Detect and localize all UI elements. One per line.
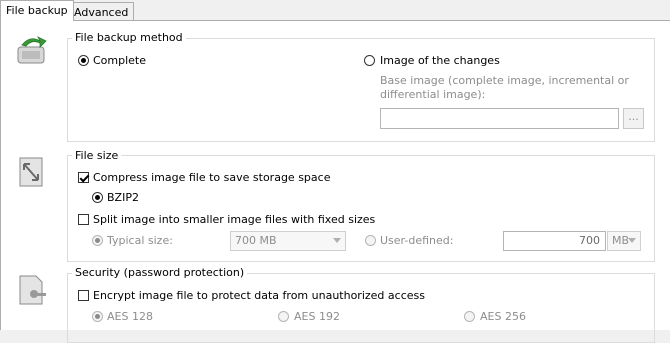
base-image-label: Base image (complete image, incremental …	[380, 74, 629, 87]
tab-advanced[interactable]: Advanced	[68, 2, 135, 21]
tab-advanced-label: Advanced	[74, 6, 129, 19]
complete-label: Complete	[93, 54, 147, 67]
chevron-down-icon	[333, 238, 341, 243]
aes128-radio[interactable]	[92, 311, 103, 322]
typical-size-value: 700 MB	[235, 234, 277, 247]
browse-label: ...	[628, 110, 639, 123]
typical-size-radio[interactable]	[92, 235, 103, 246]
backup-method-title: File backup method	[72, 31, 186, 44]
backup-method-icon	[17, 36, 47, 64]
bzip2-radio[interactable]	[92, 192, 103, 203]
file-size-title: File size	[72, 149, 122, 162]
tab-file-backup[interactable]: File backup	[0, 0, 74, 21]
compress-label: Compress image file to save storage spac…	[93, 171, 331, 184]
aes256-radio[interactable]	[464, 311, 475, 322]
encrypt-label: Encrypt image file to protect data from …	[93, 289, 425, 302]
unit-value: MB	[612, 234, 630, 247]
base-image-label-2: differential image):	[380, 88, 486, 101]
typical-size-select[interactable]: 700 MB	[230, 231, 346, 251]
aes192-radio[interactable]	[278, 311, 289, 322]
split-checkbox[interactable]	[78, 214, 89, 225]
security-title: Security (password protection)	[72, 266, 248, 279]
base-image-input[interactable]	[380, 108, 619, 129]
complete-radio[interactable]	[78, 55, 89, 66]
aes192-label: AES 192	[294, 310, 340, 323]
user-defined-value: 700	[579, 234, 600, 247]
file-size-icon	[19, 157, 43, 187]
security-group	[67, 273, 655, 343]
encrypt-checkbox[interactable]	[78, 290, 89, 301]
typical-size-label: Typical size:	[107, 234, 173, 247]
browse-button[interactable]: ...	[623, 108, 644, 129]
unit-select[interactable]: MB	[607, 231, 641, 251]
image-changes-label: Image of the changes	[380, 54, 500, 67]
aes256-label: AES 256	[480, 310, 526, 323]
split-label: Split image into smaller image files wit…	[93, 213, 376, 226]
user-defined-input[interactable]: 700	[503, 231, 606, 251]
image-changes-radio[interactable]	[364, 55, 375, 66]
aes128-label: AES 128	[107, 310, 153, 323]
compress-checkbox[interactable]	[78, 172, 89, 183]
bzip2-label: BZIP2	[107, 191, 139, 204]
user-defined-radio[interactable]	[365, 235, 376, 246]
security-icon	[19, 275, 46, 305]
tab-file-backup-label: File backup	[6, 4, 68, 17]
chevron-down-icon	[628, 238, 636, 243]
user-defined-label: User-defined:	[380, 234, 454, 247]
